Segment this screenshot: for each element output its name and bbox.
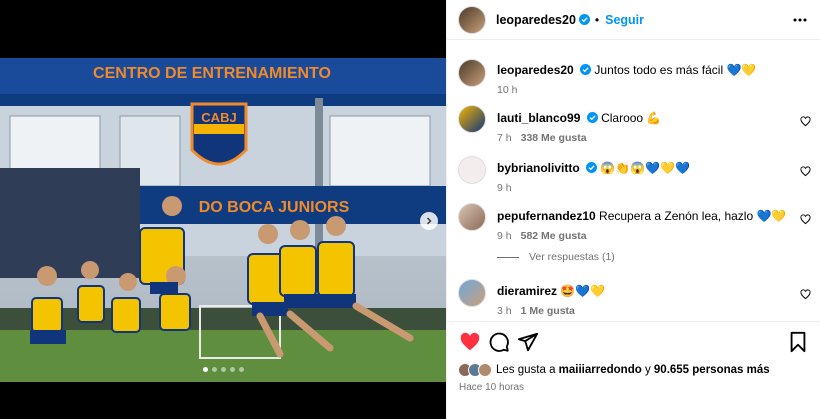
bookmark-icon[interactable] <box>787 331 809 353</box>
post-timestamp: Hace 10 horas <box>459 382 525 393</box>
caption-text: Juntos todo es más fácil 💙💛 <box>594 63 757 77</box>
comment-icon[interactable] <box>488 331 510 353</box>
comment-text: 🤩💙💛 <box>560 284 606 298</box>
heart-icon[interactable] <box>800 116 811 127</box>
author-username[interactable]: leoparedes20 <box>496 13 576 27</box>
carousel-next-button[interactable] <box>420 212 438 230</box>
post-media: CABJ CENTRO DE ENTRENAMIENTO DO BOCA JUN… <box>0 0 446 419</box>
more-icon[interactable] <box>792 18 808 22</box>
comment-likes[interactable]: 338 Me gusta <box>521 132 587 144</box>
crest-text: CABJ <box>201 110 236 125</box>
liked-joiner: y <box>644 364 651 376</box>
comment-avatar[interactable] <box>458 203 486 231</box>
comment-username[interactable]: bybrianolivitto <box>497 161 580 175</box>
comment-time: 7 h <box>497 132 512 144</box>
comment-avatar[interactable] <box>458 156 486 184</box>
carousel-dot[interactable] <box>238 367 244 372</box>
view-replies-button[interactable]: Ver respuestas (1) <box>497 251 615 263</box>
sign-top-text: CENTRO DE ENTRENAMIENTO <box>93 65 331 82</box>
liker-avatar <box>478 363 492 377</box>
carousel-dot[interactable] <box>211 367 217 372</box>
heart-icon[interactable] <box>459 331 481 353</box>
liked-count[interactable]: 90.655 personas más <box>654 364 770 376</box>
carousel-dots <box>0 367 446 372</box>
verified-icon <box>586 162 598 173</box>
comment-text: Recupera a Zenón lea, hazlo 💙💛 <box>599 209 787 223</box>
view-replies-label: Ver respuestas (1) <box>529 251 615 263</box>
sign-bottom-text: DO BOCA JUNIORS <box>199 199 350 216</box>
carousel-dot[interactable] <box>229 367 235 372</box>
photo-illustration: CABJ CENTRO DE ENTRENAMIENTO DO BOCA JUN… <box>0 58 446 382</box>
comment-time: 9 h <box>497 230 512 242</box>
verified-icon <box>586 112 598 123</box>
post-side-panel: leoparedes20 • Seguir leoparedes20 Junto… <box>446 0 820 419</box>
comment-username[interactable]: pepufernandez10 <box>497 209 596 223</box>
comment-time: 3 h <box>497 305 512 317</box>
comment-avatar[interactable] <box>458 279 486 307</box>
post-photo[interactable]: CABJ CENTRO DE ENTRENAMIENTO DO BOCA JUN… <box>0 58 446 382</box>
chevron-right-icon <box>427 217 432 225</box>
follow-button[interactable]: Seguir <box>605 13 644 27</box>
comment-likes[interactable]: 1 Me gusta <box>521 305 575 317</box>
heart-icon[interactable] <box>800 166 811 177</box>
post-header: leoparedes20 • Seguir <box>447 0 820 40</box>
header-separator: • <box>594 12 600 27</box>
caption-time: 10 h <box>497 84 518 96</box>
liked-prefix: Les gusta a <box>496 364 556 376</box>
carousel-dot[interactable] <box>220 367 226 372</box>
liked-user[interactable]: maiiiarredondo <box>559 364 642 376</box>
comment-username[interactable]: lauti_blanco99 <box>497 111 580 125</box>
comment-text: Clarooo 💪 <box>601 111 662 125</box>
verified-icon <box>580 64 592 75</box>
comment-avatar[interactable] <box>458 105 486 133</box>
author-avatar[interactable] <box>458 5 486 34</box>
comment-text: 😱👏😱💙💛💙 <box>600 161 691 175</box>
carousel-dot[interactable] <box>202 367 208 372</box>
caption-username[interactable]: leoparedes20 <box>497 63 574 77</box>
verified-icon <box>578 14 590 25</box>
comment-time: 9 h <box>497 182 512 194</box>
comment-username[interactable]: dieramirez <box>497 284 557 298</box>
share-icon[interactable] <box>517 331 539 353</box>
heart-icon[interactable] <box>800 289 811 300</box>
replies-divider <box>497 256 519 258</box>
heart-icon[interactable] <box>800 214 811 225</box>
comment-likes[interactable]: 582 Me gusta <box>521 230 587 242</box>
liked-by: Les gusta a maiiiarredondo y 90.655 pers… <box>458 363 770 377</box>
post-actions-bar: Les gusta a maiiiarredondo y 90.655 pers… <box>447 321 820 419</box>
caption-avatar[interactable] <box>458 59 486 87</box>
instagram-post-modal: CABJ CENTRO DE ENTRENAMIENTO DO BOCA JUN… <box>0 0 820 419</box>
liked-by-text: Les gusta a maiiiarredondo y 90.655 pers… <box>496 364 770 376</box>
